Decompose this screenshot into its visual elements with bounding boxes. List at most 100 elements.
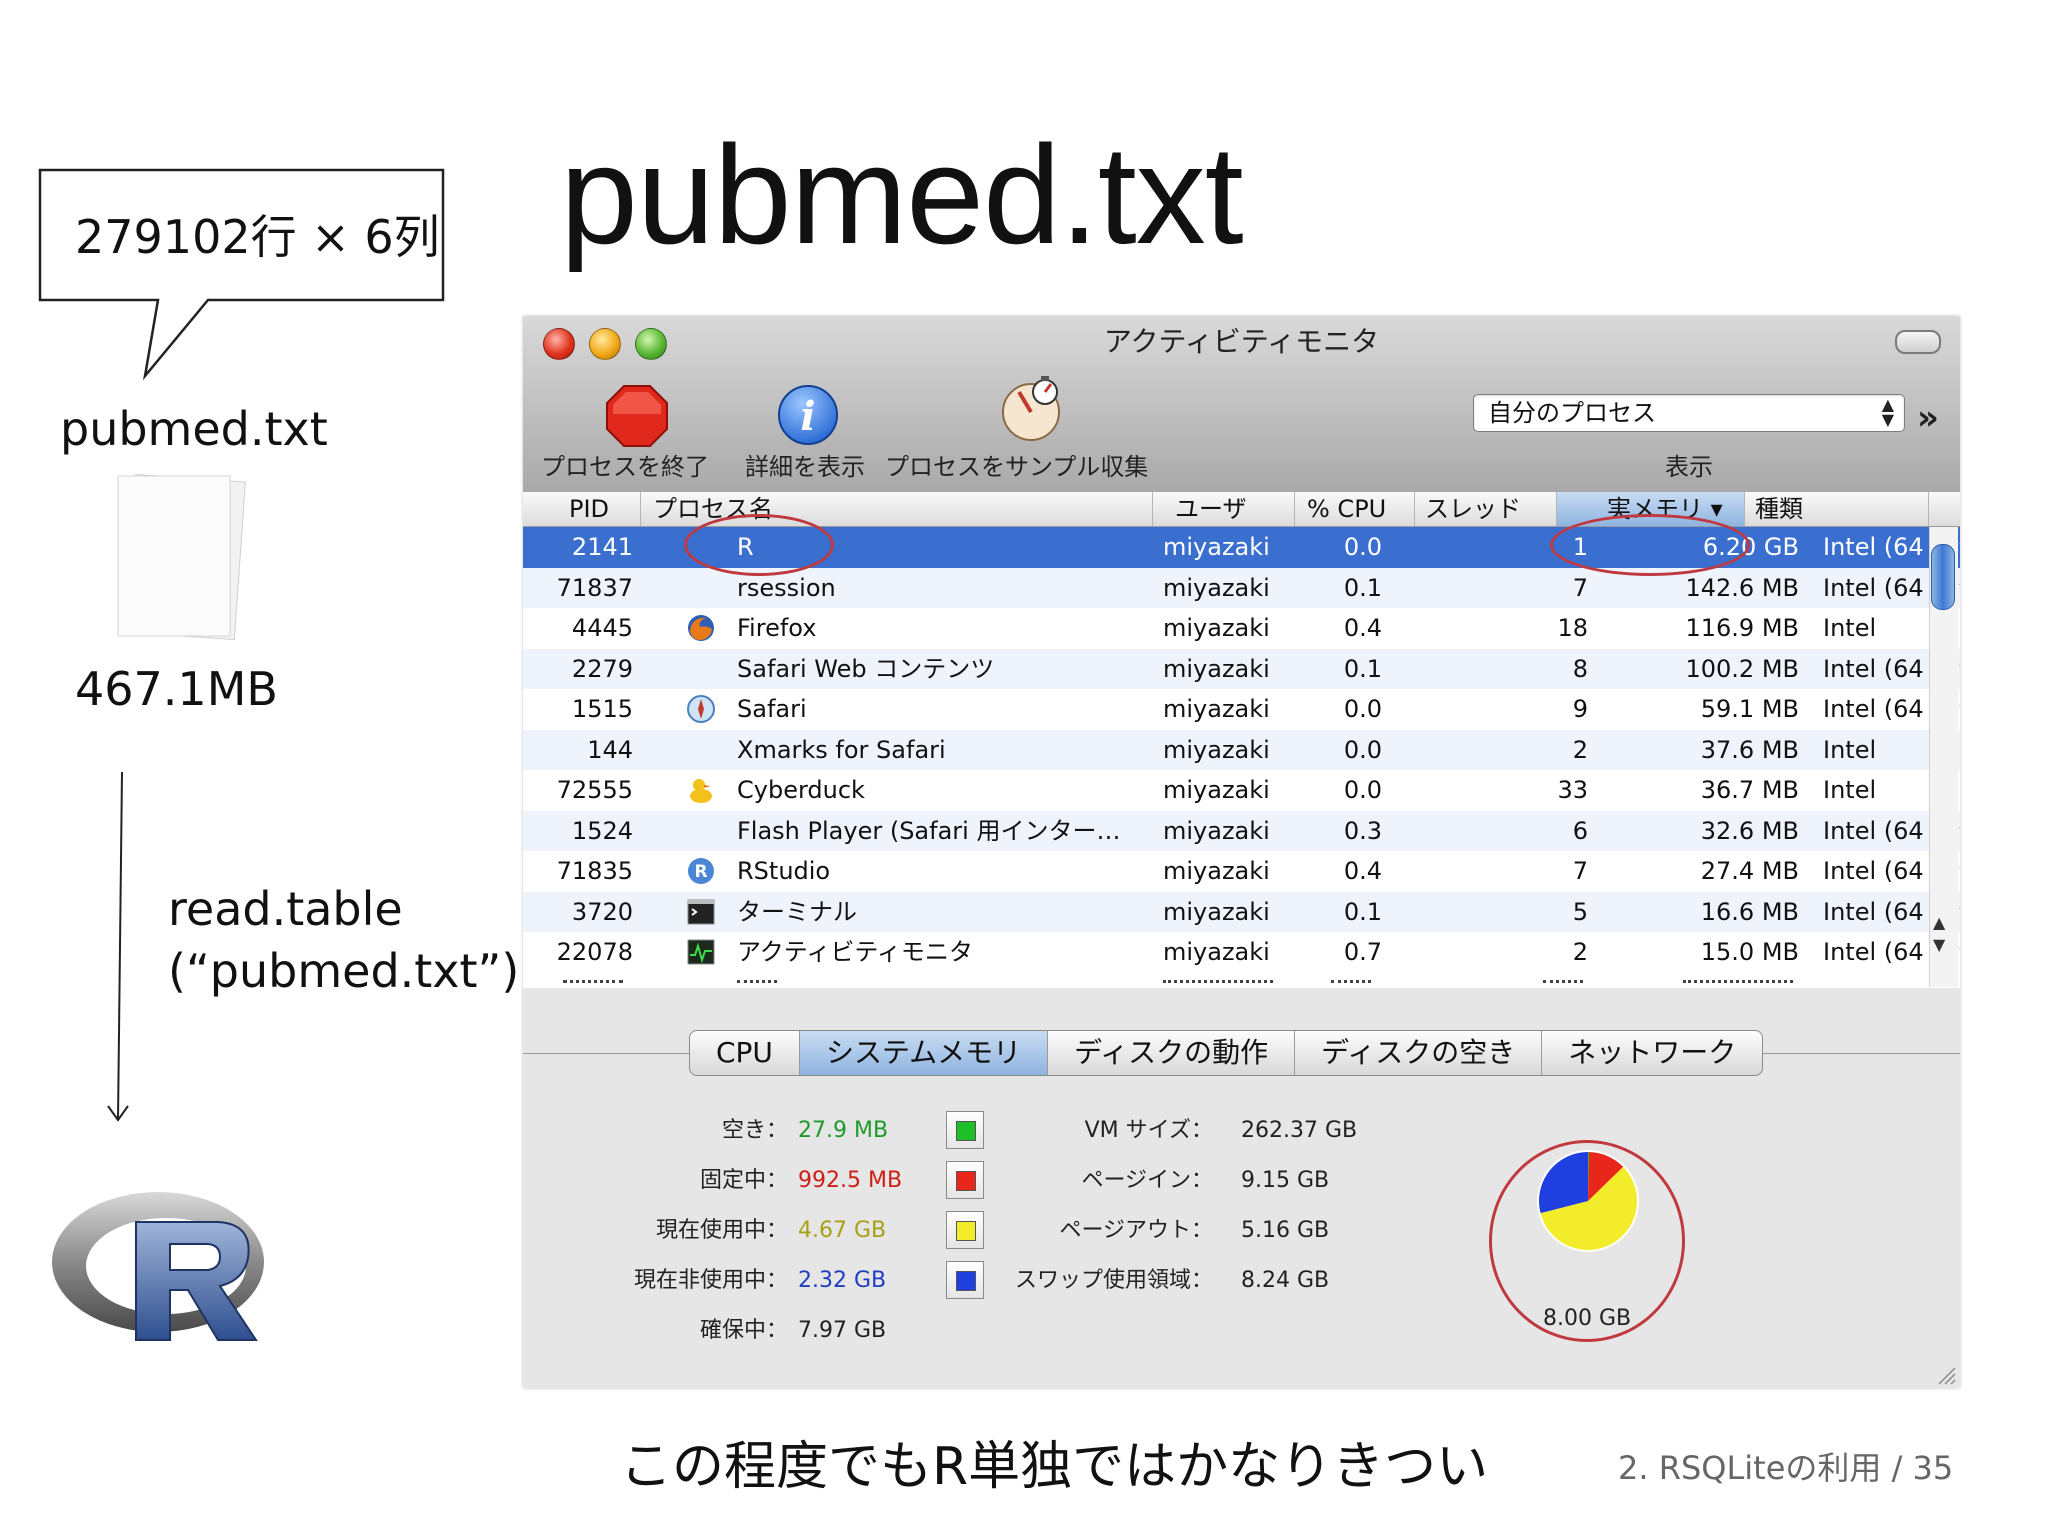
inspect-label: 詳細を表示 [745,453,865,481]
partial-row [523,970,1960,988]
column-cpu[interactable]: % CPU [1295,492,1415,526]
process-filter-value: 自分のプロセス [1488,399,1656,427]
system-memory-panel: 空き： 27.9 MB 固定中： 992.5 MB 現在使用中： 4.67 GB… [523,1096,1960,1386]
vm-size-label: VM サイズ： [1084,1118,1213,1143]
inspect-button[interactable]: i 詳細を表示 [741,376,881,486]
column-pid[interactable]: PID [523,492,641,526]
process-name-cell: Flash Player (Safari 用インター… [737,816,1121,845]
free-color-well[interactable] [946,1111,984,1149]
column-kind[interactable]: 種類 [1745,492,1929,526]
resize-grip-icon[interactable] [1933,1362,1957,1386]
table-row[interactable]: 144 Xmarks for Safari miyazaki 0.0 2 37.6 MB I… [523,729,1960,770]
table-row[interactable]: 4445 Firefox miyazaki 0.4 18 116.9 MB Intel [523,608,1960,649]
updown-arrow-icon: ▲ ▼ [1881,395,1894,429]
document-icon [117,473,246,641]
swap-used-value: 8.24 GB [1241,1268,1330,1293]
sample-process-button[interactable]: プロセスをサンプル収集 [885,370,1185,486]
file-size-label: 467.1MB [75,662,278,716]
process-name-cell: アクティビティモニタ [737,938,973,966]
pid-cell: 4445 [571,614,633,642]
threads-cell: 18 [1557,614,1588,642]
monitor-tabs: CPU システムメモリ ディスクの動作 ディスクの空き ネットワーク [689,1030,1764,1076]
memory-cell: 37.6 MB [1700,735,1799,764]
column-threads[interactable]: スレッド [1415,492,1557,526]
more-toolbar-items-icon[interactable]: » [1917,398,1939,438]
memory-cell: 16.6 MB [1700,897,1799,926]
inactive-value: 2.32 GB [798,1268,887,1293]
rstudio-icon: R [686,856,716,886]
page-in-label: ページイン： [1081,1168,1213,1193]
active-label: 現在使用中： [655,1218,788,1243]
tab-disk-activity[interactable]: ディスクの動作 [1048,1031,1296,1075]
tab-cpu[interactable]: CPU [690,1031,800,1075]
pid-cell: 22078 [556,938,633,966]
pid-cell: 71835 [556,857,633,885]
wired-label: 固定中： [699,1168,788,1193]
vm-size-value: 262.37 GB [1241,1118,1358,1143]
threads-cell: 7 [1572,573,1588,602]
process-filter-select[interactable]: 自分のプロセス ▲ ▼ [1473,394,1905,432]
terminal-icon [686,897,716,927]
table-row[interactable]: 3720ターミナルmiyazaki0.1516.6 MBIntel (64 ビッ… [523,891,1960,932]
cpu-cell: 0.4 [1343,614,1383,642]
memory-cell: 116.9 MB [1685,614,1799,642]
slide-caption: この程度でもR単独ではかなりきつい [620,1437,1489,1497]
table-row[interactable]: 22078 アクティビティモニタ miyazaki 0.7 2 15.0 MB Intel … [523,932,1960,973]
svg-text:R: R [694,862,707,882]
active-color-swatch [956,1221,976,1241]
pid-cell: 1524 [571,816,633,845]
annotation-circle-pie [1489,1140,1685,1342]
tab-disk-usage[interactable]: ディスクの空き [1295,1031,1543,1075]
toolbar-toggle-button[interactable] [1895,330,1941,354]
inactive-color-well[interactable] [946,1261,984,1299]
process-name-cell: Firefox [737,614,817,642]
threads-cell: 5 [1572,897,1588,926]
wired-value: 992.5 MB [798,1168,903,1193]
table-row[interactable]: 2279 Safari Web コンテンツ miyazaki 0.1 8 100.2 MB… [523,648,1960,689]
process-name-cell: rsession [737,573,836,602]
process-name-cell: Safari [737,695,807,723]
sample-process-label: プロセスをサンプル収集 [885,453,1149,481]
threads-cell: 2 [1572,938,1588,966]
page-in-value: 9.15 GB [1241,1168,1330,1193]
read-table-line2: (“pubmed.txt”) [168,944,520,998]
pid-cell: 2141 [571,533,633,561]
user-cell: miyazaki [1163,776,1270,804]
scroll-arrows-icon[interactable]: ▲ ▼ [1933,912,1945,956]
active-value: 4.67 GB [798,1218,887,1243]
user-cell: miyazaki [1163,533,1270,561]
free-value: 27.9 MB [798,1118,889,1143]
user-cell: miyazaki [1163,654,1270,683]
tab-network[interactable]: ネットワーク [1542,1031,1762,1075]
column-user[interactable]: ユーザ [1153,492,1295,526]
sample-gauge-icon [1002,376,1060,441]
tab-system-memory[interactable]: システムメモリ [799,1031,1049,1075]
pid-cell: 3720 [571,897,633,926]
down-arrow [107,771,129,1122]
process-name-cell: ターミナル [737,897,857,926]
wired-color-well[interactable] [946,1161,984,1199]
cpu-cell: 0.0 [1343,776,1383,804]
swap-used-label: スワップ使用領域： [1014,1268,1213,1293]
user-cell: miyazaki [1163,857,1270,885]
cpu-cell: 0.0 [1343,695,1383,723]
table-scrollbar-thumb[interactable] [1931,544,1955,610]
cpu-cell: 0.1 [1343,897,1383,926]
table-row[interactable]: 72555 Cyberduck miyazaki 0.0 33 36.7 MB Intel [523,770,1960,811]
threads-cell: 9 [1572,695,1588,723]
user-cell: miyazaki [1163,938,1270,966]
user-cell: miyazaki [1163,614,1270,642]
file-name-label: pubmed.txt [60,402,328,456]
user-cell: miyazaki [1163,735,1270,764]
threads-cell: 7 [1572,857,1588,885]
active-color-well[interactable] [946,1211,984,1249]
callout-bubble [38,168,445,381]
table-row[interactable]: 71835 R RStudio miyazaki 0.4 7 27.4 MB Intel (6… [523,851,1960,892]
cyberduck-icon [686,775,716,805]
quit-process-button[interactable]: プロセスを終了 [541,376,743,486]
table-row[interactable]: 1515Safarimiyazaki0.0959.1 MBIntel (64 ビ… [523,689,1960,730]
process-name-cell: Safari Web コンテンツ [737,654,995,683]
filter-caption: 表示 [1665,453,1713,481]
svg-text:i: i [800,393,815,440]
table-row[interactable]: 1524 Flash Player (Safari 用インター… miyazaki 0… [523,810,1960,851]
